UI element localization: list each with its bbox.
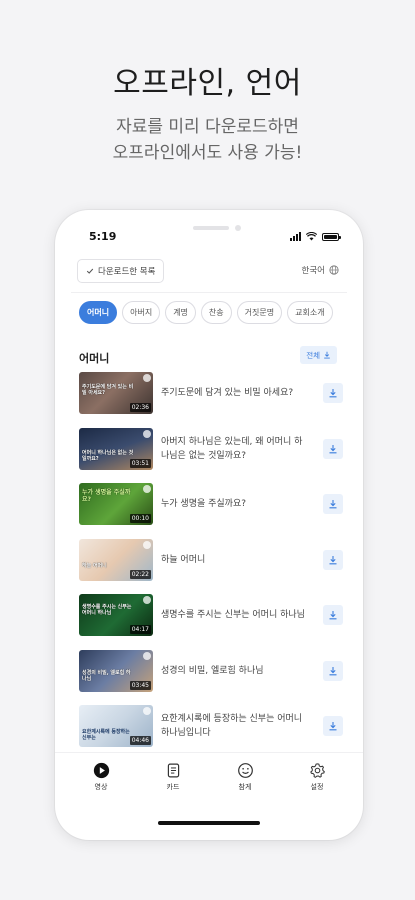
video-list: 주기도문에 담겨 있는 비밀 아세요? 02:36 주기도문에 담겨 있는 비밀… [77,372,343,761]
globe-icon [329,265,339,275]
status-icons [290,232,341,241]
video-thumbnail[interactable]: 주기도문에 담겨 있는 비밀 아세요? 02:36 [79,372,153,414]
video-duration: 02:22 [129,569,151,579]
header-divider [71,292,347,293]
video-title[interactable]: 아버지 하나님은 있는데, 왜 어머니 하나님은 없는 것일까요? [161,428,309,470]
downloaded-check-icon [143,651,151,660]
thumbnail-caption: 생명수를 주시는 신부는 어머니 하나님 [82,604,132,616]
download-icon [329,611,337,620]
video-title[interactable]: 생명수를 주시는 신부는 어머니 하나님 [161,594,309,636]
signal-icon [290,232,301,241]
home-indicator [158,821,260,825]
thumbnail-caption: 하늘 어머니 [82,562,107,569]
download-icon [329,389,337,398]
thumbnail-caption: 성경의 비밀, 엘로힘 하나님 [82,669,131,682]
downloaded-list-button[interactable]: 다운로드한 목록 [77,259,165,283]
video-title[interactable]: 성경의 비밀, 엘로힘 하나님 [161,650,309,692]
category-chip-mother[interactable]: 어머니 [79,301,118,324]
thumbnail-caption: 주기도문에 담겨 있는 비밀 아세요? [82,384,134,396]
category-tabs: 어머니 아버지 계명 찬송 거짓문명 교회소개 [79,301,333,324]
video-item[interactable]: 주기도문에 담겨 있는 비밀 아세요? 02:36 주기도문에 담겨 있는 비밀… [77,372,343,428]
bottom-tab-bar: 영상 카드 참게 설정 [55,752,363,800]
download-icon [324,351,330,359]
downloaded-check-icon [143,429,151,438]
video-item[interactable]: 성경의 비밀, 엘로힘 하나님 03:45 성경의 비밀, 엘로힘 하나님 [77,649,343,706]
video-title[interactable]: 주기도문에 담겨 있는 비밀 아세요? [161,372,309,414]
download-all-button[interactable]: 전체 [300,346,337,364]
download-icon [329,444,337,453]
video-duration: 03:45 [129,680,151,690]
downloaded-list-label: 다운로드한 목록 [98,267,156,277]
video-title[interactable]: 누가 생명을 주실까요? [161,483,309,525]
promo-subtitle: 자료를 미리 다운로드하면 오프라인에서도 사용 가능! [0,114,415,166]
downloaded-check-icon [143,707,151,715]
status-time: 5:19 [89,230,117,243]
status-bar: 5:19 [89,230,341,246]
video-duration: 03:51 [129,458,151,468]
download-icon [329,722,337,731]
downloaded-check-icon [143,596,151,604]
language-selector[interactable]: 한국어 [302,264,339,276]
video-thumbnail[interactable]: 누가 생명을 주실까요? 00:10 [79,483,153,525]
tab-participate-label: 참게 [238,782,252,791]
battery-icon [322,232,341,241]
video-thumbnail[interactable]: 성경의 비밀, 엘로힘 하나님 03:45 [79,649,153,692]
download-all-label: 전체 [306,350,320,360]
phone-frame: 5:19 다운로드한 목록 한국어 어머니 아버지 계명 찬송 거짓문명 교회소… [55,210,363,840]
smile-icon [237,762,253,778]
download-button[interactable] [323,383,343,403]
play-circle-icon [93,762,109,778]
category-chip-hymns[interactable]: 찬송 [200,301,232,324]
tab-card[interactable]: 카드 [143,753,203,800]
download-button[interactable] [323,716,343,736]
video-duration: 04:46 [129,736,151,745]
promo-subtitle-line1: 자료를 미리 다운로드하면 [116,117,299,137]
video-thumbnail[interactable]: 생명수를 주시는 신부는 어머니 하나님 04:17 [79,594,153,636]
video-title[interactable]: 요한계시록에 등장하는 신부는 어머니 하나님입니다 [161,705,309,747]
check-icon [86,268,94,274]
video-thumbnail[interactable]: 하늘 어머니 02:22 [79,538,153,581]
thumbnail-caption: 누가 생명을 주실까요? [82,489,131,503]
section-title: 어머니 [79,352,110,365]
video-item[interactable]: 어머니 하나님은 없는 것일까요? 03:51 아버지 하나님은 있는데, 왜 … [77,427,343,484]
video-thumbnail[interactable]: 요한계시록에 등장하는 신부는 04:46 [79,705,153,747]
download-button[interactable] [323,549,343,570]
card-icon [167,763,179,777]
video-item[interactable]: 생명수를 주시는 신부는 어머니 하나님 04:17 생명수를 주시는 신부는 … [77,594,343,650]
download-button[interactable] [323,438,343,459]
video-duration: 04:17 [129,625,151,634]
download-button[interactable] [323,494,343,514]
video-duration: 00:10 [129,514,151,523]
category-chip-false-civilization[interactable]: 거짓문명 [236,301,283,324]
video-item[interactable]: 누가 생명을 주실까요? 00:10 누가 생명을 주실까요? [77,483,343,539]
thumbnail-caption: 요한계시록에 등장하는 신부는 [82,729,130,741]
downloaded-check-icon [143,540,151,549]
downloaded-check-icon [143,374,151,382]
tab-settings-label: 설정 [310,782,324,791]
video-thumbnail[interactable]: 어머니 하나님은 없는 것일까요? 03:51 [79,427,153,470]
promo-title: 오프라인, 언어 [113,66,302,101]
category-chip-commandments[interactable]: 계명 [165,301,196,324]
category-chip-father[interactable]: 아버지 [122,301,161,324]
video-title[interactable]: 하늘 어머니 [161,539,309,581]
download-icon [329,500,337,509]
language-label: 한국어 [301,266,325,276]
video-duration: 02:36 [129,403,151,412]
download-icon [329,555,337,564]
download-button[interactable] [323,660,343,681]
download-button[interactable] [323,605,343,625]
thumbnail-caption: 어머니 하나님은 없는 것일까요? [82,449,134,462]
tab-settings[interactable]: 설정 [287,753,347,800]
video-item[interactable]: 하늘 어머니 02:22 하늘 어머니 [77,538,343,595]
tab-video-label: 영상 [94,782,108,791]
download-icon [329,666,337,675]
tab-video[interactable]: 영상 [71,753,131,800]
category-chip-church-intro[interactable]: 교회소개 [287,301,333,324]
promo-subtitle-line2: 오프라인에서도 사용 가능! [112,143,303,163]
downloaded-check-icon [143,485,151,493]
wifi-icon [306,232,317,241]
tab-participate[interactable]: 참게 [215,753,275,800]
gear-icon [309,762,325,778]
tab-card-label: 카드 [166,782,180,791]
